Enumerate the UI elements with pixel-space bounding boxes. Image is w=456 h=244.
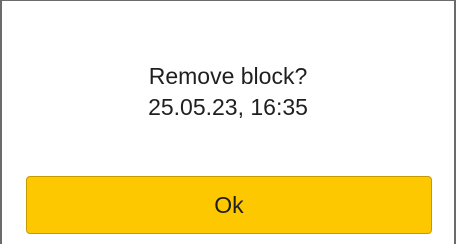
confirm-remove-dialog: Remove block? 25.05.23, 16:35 Ok: [0, 0, 456, 244]
dialog-message: Remove block? 25.05.23, 16:35: [2, 61, 454, 123]
ok-button[interactable]: Ok: [26, 176, 432, 234]
dialog-timestamp: 25.05.23, 16:35: [148, 94, 308, 120]
dialog-question: Remove block?: [148, 63, 308, 89]
